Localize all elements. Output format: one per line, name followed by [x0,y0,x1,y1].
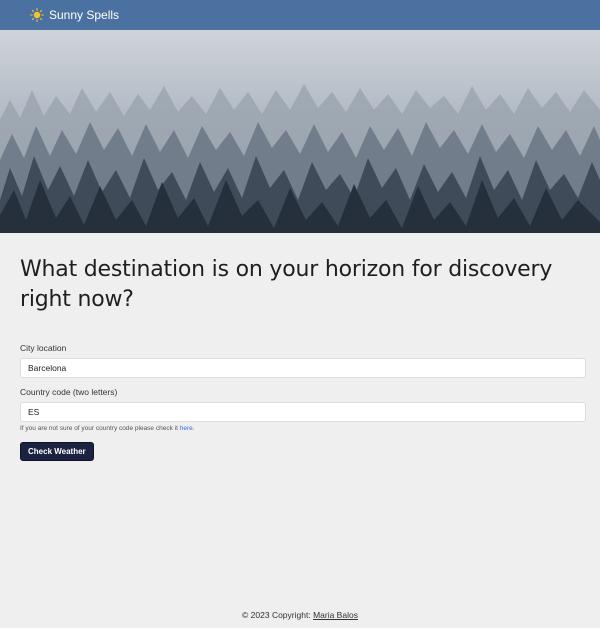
main-content: What destination is on your horizon for … [0,233,600,461]
navbar: Sunny Spells [0,0,600,30]
city-group: City location [20,343,586,378]
country-code-input[interactable] [20,402,586,422]
country-help-text: If you are not sure of your country code… [20,425,580,432]
author-link[interactable]: Maria Balos [313,610,358,620]
sun-icon [30,8,44,22]
help-period: . [192,425,195,432]
copyright-text: © 2023 Copyright: [242,610,311,620]
weather-form: City location Country code (two letters)… [20,343,586,461]
footer: © 2023 Copyright: Maria Balos [0,610,600,620]
check-weather-button[interactable]: Check Weather [20,442,94,461]
brand-name: Sunny Spells [49,8,120,22]
city-label: City location [20,343,67,353]
hero-image [0,30,600,233]
country-code-link[interactable]: here [180,425,193,432]
help-text: If you are not sure of your country code… [20,425,178,432]
country-label: Country code (two letters) [20,387,118,397]
city-input[interactable] [20,358,586,378]
page-title: What destination is on your horizon for … [20,257,553,312]
brand-link[interactable]: Sunny Spells [30,8,119,22]
country-group: Country code (two letters) If you are no… [20,387,586,432]
